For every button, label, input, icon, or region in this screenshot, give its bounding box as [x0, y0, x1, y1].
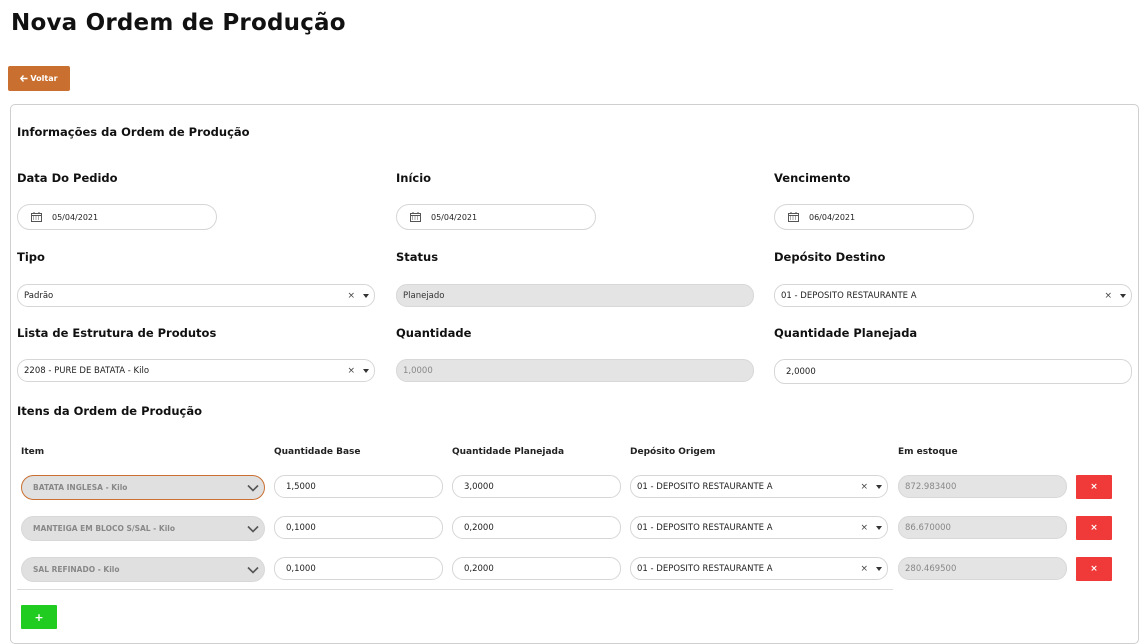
order-form-card: Informações da Ordem de Produção Data Do… — [10, 104, 1139, 644]
calendar-icon — [410, 212, 421, 222]
qtd-planejada-value: 0,2000 — [464, 563, 494, 574]
caret-down-icon[interactable] — [876, 566, 882, 571]
chevron-down-icon — [247, 525, 259, 533]
plus-icon: + — [34, 610, 44, 624]
item-value: MANTEIGA EM BLOCO S/SAL - Kilo — [33, 524, 176, 533]
label-status: Status — [396, 250, 439, 264]
col-head-item: Item — [21, 447, 45, 457]
col-head-qtd-planejada: Quantidade Planejada — [452, 447, 565, 457]
col-head-deposito-origem: Depósito Origem — [630, 447, 716, 457]
label-vencimento: Vencimento — [774, 171, 851, 185]
tipo-select[interactable]: Padrão × — [17, 284, 375, 307]
section-title-info: Informações da Ordem de Produção — [17, 125, 250, 139]
qtd-base-input[interactable]: 0,1000 — [274, 516, 443, 539]
caret-down-icon[interactable] — [876, 484, 882, 489]
chevron-down-icon — [247, 566, 259, 574]
page-title: Nova Ordem de Produção — [11, 10, 346, 36]
data-pedido-input[interactable]: 05/04/2021 — [17, 204, 217, 230]
quantidade-planejada-input[interactable]: 2,0000 — [774, 359, 1132, 384]
qtd-base-input[interactable]: 0,1000 — [274, 557, 443, 580]
em-estoque-value: 280.469500 — [905, 563, 957, 574]
lista-estrutura-value: 2208 - PURE DE BATATA - Kilo — [24, 365, 150, 376]
item-row: SAL REFINADO - Kilo 0,1000 0,2000 01 - D… — [11, 557, 1131, 583]
caret-down-icon[interactable] — [876, 525, 882, 530]
label-deposito-destino: Depósito Destino — [774, 250, 886, 264]
deposito-origem-value: 01 - DEPÓSITO RESTAURANTE A — [637, 522, 773, 533]
qtd-planejada-input[interactable]: 0,2000 — [452, 557, 621, 580]
caret-down-icon[interactable] — [363, 368, 369, 373]
qtd-base-value: 0,1000 — [286, 522, 316, 533]
em-estoque-field: 86.670000 — [898, 516, 1067, 539]
delete-item-button[interactable]: × — [1076, 557, 1112, 581]
qtd-base-value: 0,1000 — [286, 563, 316, 574]
qtd-planejada-input[interactable]: 0,2000 — [452, 516, 621, 539]
col-head-qtd-base: Quantidade Base — [274, 447, 361, 457]
qtd-planejada-value: 0,2000 — [464, 522, 494, 533]
status-field: Planejado — [396, 284, 754, 307]
chevron-down-icon — [247, 484, 259, 492]
arrow-left-icon — [20, 75, 28, 82]
item-select[interactable]: SAL REFINADO - Kilo — [21, 557, 265, 582]
qtd-planejada-value: 3,0000 — [464, 481, 494, 492]
times-icon: × — [1090, 523, 1098, 533]
clear-icon[interactable]: × — [860, 564, 868, 574]
clear-icon[interactable]: × — [860, 482, 868, 492]
label-quantidade-planejada: Quantidade Planejada — [774, 326, 918, 340]
vencimento-value: 06/04/2021 — [809, 212, 856, 222]
times-icon: × — [1090, 564, 1098, 574]
item-select[interactable]: BATATA INGLESA - Kilo — [21, 475, 265, 500]
em-estoque-value: 872.983400 — [905, 481, 957, 492]
times-icon: × — [1090, 482, 1098, 492]
delete-item-button[interactable]: × — [1076, 516, 1112, 540]
vencimento-input[interactable]: 06/04/2021 — [774, 204, 974, 230]
deposito-origem-select[interactable]: 01 - DEPÓSITO RESTAURANTE A × — [630, 475, 888, 498]
clear-icon[interactable]: × — [347, 291, 355, 301]
calendar-icon — [31, 212, 42, 222]
deposito-origem-select[interactable]: 01 - DEPÓSITO RESTAURANTE A × — [630, 557, 888, 580]
tipo-value: Padrão — [24, 290, 54, 301]
section-title-items: Itens da Ordem de Produção — [17, 404, 203, 418]
back-button[interactable]: Voltar — [8, 66, 70, 91]
inicio-input[interactable]: 05/04/2021 — [396, 204, 596, 230]
delete-item-button[interactable]: × — [1076, 475, 1112, 499]
qtd-base-input[interactable]: 1,5000 — [274, 475, 443, 498]
deposito-destino-value: 01 - DEPÓSITO RESTAURANTE A — [781, 290, 917, 301]
caret-down-icon[interactable] — [363, 293, 369, 298]
qtd-planejada-input[interactable]: 3,0000 — [452, 475, 621, 498]
label-data-pedido: Data Do Pedido — [17, 171, 118, 185]
data-pedido-value: 05/04/2021 — [52, 212, 99, 222]
item-select[interactable]: MANTEIGA EM BLOCO S/SAL - Kilo — [21, 516, 265, 541]
calendar-icon — [788, 212, 799, 222]
qtd-base-value: 1,5000 — [286, 481, 316, 492]
inicio-value: 05/04/2021 — [431, 212, 478, 222]
back-button-label: Voltar — [30, 74, 58, 83]
status-value: Planejado — [403, 290, 445, 301]
clear-icon[interactable]: × — [860, 523, 868, 533]
label-tipo: Tipo — [17, 250, 45, 264]
caret-down-icon[interactable] — [1120, 293, 1126, 298]
add-item-button[interactable]: + — [21, 605, 57, 629]
em-estoque-field: 872.983400 — [898, 475, 1067, 498]
deposito-origem-value: 01 - DEPÓSITO RESTAURANTE A — [637, 481, 773, 492]
deposito-origem-value: 01 - DEPÓSITO RESTAURANTE A — [637, 563, 773, 574]
deposito-origem-select[interactable]: 01 - DEPÓSITO RESTAURANTE A × — [630, 516, 888, 539]
label-inicio: Início — [396, 171, 432, 185]
item-value: BATATA INGLESA - Kilo — [33, 483, 128, 492]
em-estoque-field: 280.469500 — [898, 557, 1067, 580]
item-row: MANTEIGA EM BLOCO S/SAL - Kilo 0,1000 0,… — [11, 516, 1131, 542]
label-lista-estrutura: Lista de Estrutura de Produtos — [17, 326, 217, 340]
col-head-em-estoque: Em estoque — [898, 447, 958, 457]
quantidade-field: 1,0000 — [396, 359, 754, 382]
quantidade-planejada-value: 2,0000 — [786, 366, 816, 377]
clear-icon[interactable]: × — [1104, 291, 1112, 301]
em-estoque-value: 86.670000 — [905, 522, 951, 533]
label-quantidade: Quantidade — [396, 326, 472, 340]
lista-estrutura-select[interactable]: 2208 - PURE DE BATATA - Kilo × — [17, 359, 375, 382]
item-value: SAL REFINADO - Kilo — [33, 565, 120, 574]
clear-icon[interactable]: × — [347, 366, 355, 376]
items-divider — [17, 589, 893, 590]
quantidade-value: 1,0000 — [403, 365, 433, 376]
deposito-destino-select[interactable]: 01 - DEPÓSITO RESTAURANTE A × — [774, 284, 1132, 307]
item-row: BATATA INGLESA - Kilo 1,5000 3,0000 01 -… — [11, 475, 1131, 501]
